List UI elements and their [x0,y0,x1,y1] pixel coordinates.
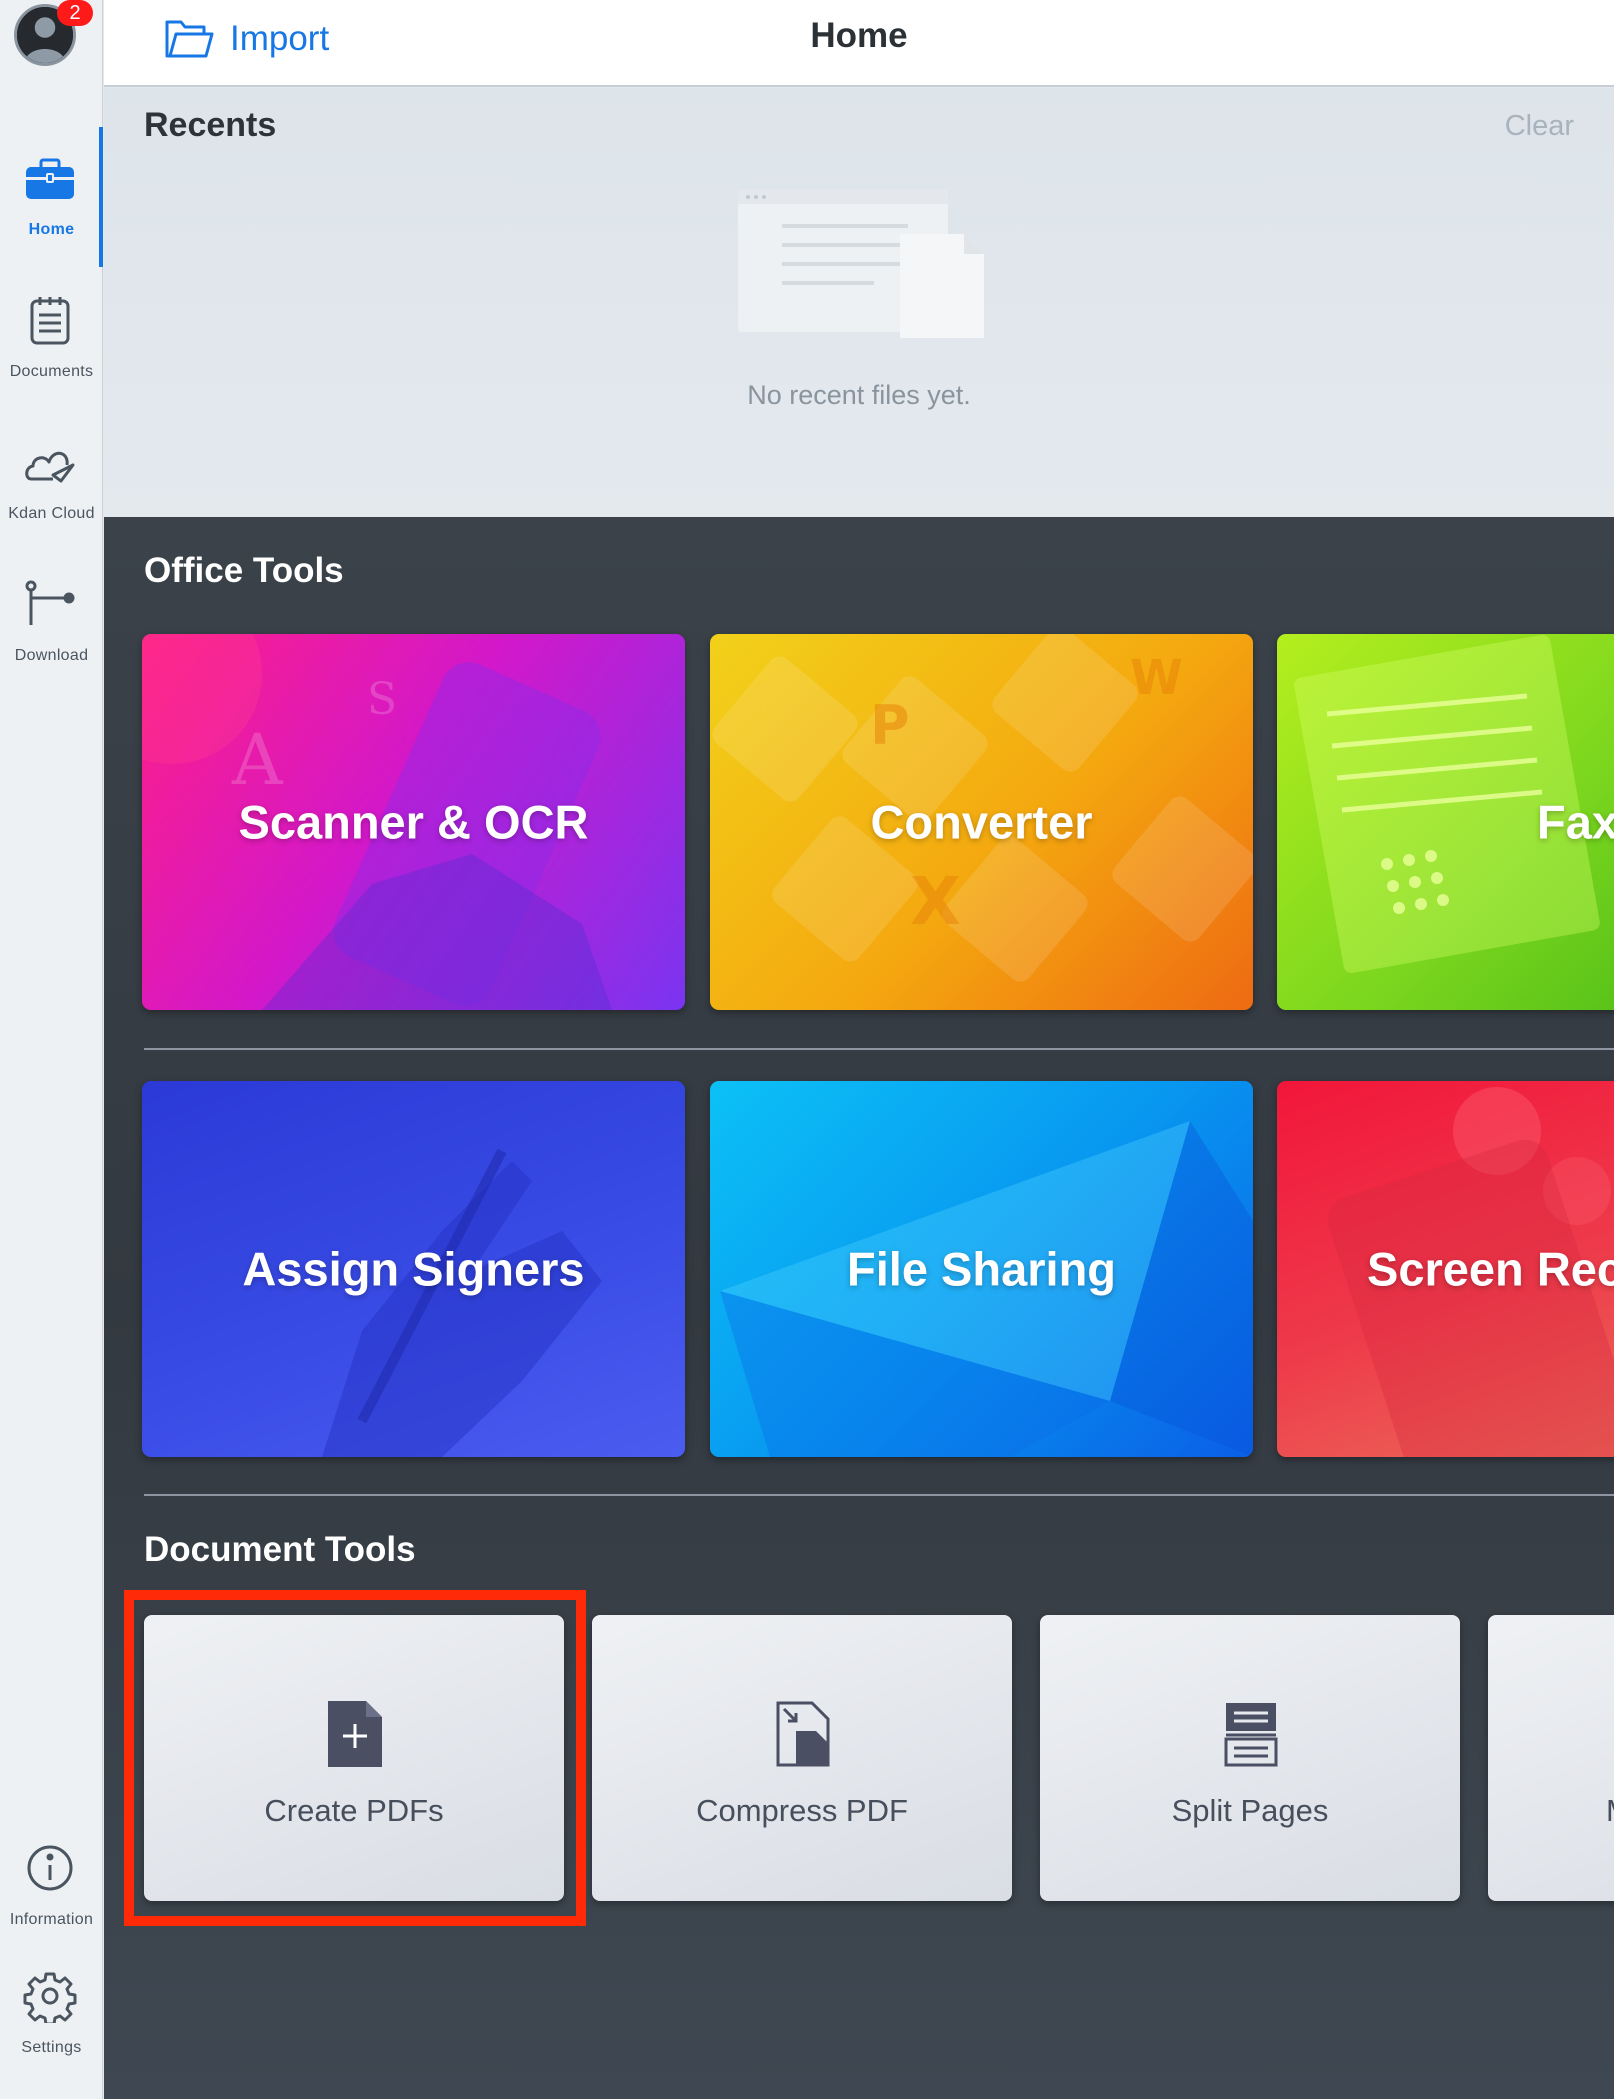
card-label: Screen Rec [1367,1242,1614,1296]
sidebar-item-settings[interactable]: Settings [0,1945,103,2085]
document-tool-button-partial[interactable]: M [1488,1615,1614,1901]
cloud-icon [23,435,77,489]
card-label: Assign Signers [242,1242,585,1296]
card-label: Scanner & OCR [238,795,589,849]
clear-button[interactable]: Clear [1505,110,1574,143]
compress-pdf-icon [776,1701,830,1767]
create-pdf-icon [328,1701,382,1767]
card-label: File Sharing [847,1242,1116,1296]
empty-files-illustration-icon [738,190,984,338]
divider [144,1048,1614,1050]
sidebar-item-documents[interactable]: Documents [0,269,103,409]
compress-pdf-button[interactable]: Compress PDF [592,1615,1012,1901]
doc-card-label: Compress PDF [696,1793,908,1828]
converter-card[interactable]: P W X Converter [710,634,1253,1010]
sidebar: 2 Home Documents Kdan Cloud Download Inf… [0,0,103,2099]
recents-section: Recents Clear No recent files yet. [104,88,1614,517]
notepad-icon [23,293,77,347]
notification-badge: 2 [57,0,93,26]
document-tools-title: Document Tools [144,1530,416,1569]
download-node-icon [23,577,77,631]
svg-text:X: X [910,863,961,940]
info-icon [23,1841,77,1895]
card-label: Fax [1537,795,1614,849]
svg-text:P: P [870,694,910,757]
sidebar-item-label: Information [9,1911,94,1928]
office-tools-title: Office Tools [144,551,344,590]
svg-text:W: W [1130,650,1183,706]
sidebar-item-label: Download [14,647,89,664]
sidebar-item-download[interactable]: Download [0,553,103,693]
sidebar-item-information[interactable]: Information [0,1817,103,1957]
create-pdfs-button[interactable]: Create PDFs [144,1615,564,1901]
scanner-ocr-card[interactable]: A S Scanner & OCR [142,634,685,1010]
empty-state-text: No recent files yet. [747,380,971,410]
sidebar-item-label: Kdan Cloud [8,505,95,522]
sidebar-item-label: Home [28,221,75,238]
gear-icon [23,1969,77,2023]
divider [144,1494,1614,1496]
sidebar-item-label: Settings [21,2039,82,2056]
tools-area: Office Tools A S Scanner & OCR P W X Con… [104,517,1614,2099]
top-bar: Import Home [104,0,1614,87]
page-title: Home [810,16,908,55]
split-pages-button[interactable]: Split Pages [1040,1615,1460,1901]
svg-text:A: A [231,719,284,801]
toolbox-icon [23,151,77,205]
sidebar-item-kdan-cloud[interactable]: Kdan Cloud [0,411,103,551]
split-pages-icon [1224,1703,1278,1767]
doc-card-label: Create PDFs [264,1793,444,1828]
card-label: Converter [870,795,1093,849]
doc-card-label: Split Pages [1171,1793,1329,1828]
screen-rec-card[interactable]: Screen Rec [1277,1081,1614,1457]
fax-card[interactable]: Fax [1277,634,1614,1010]
file-sharing-card[interactable]: File Sharing [710,1081,1253,1457]
doc-card-label: M [1606,1793,1614,1829]
assign-signers-card[interactable]: Assign Signers [142,1081,685,1457]
sidebar-item-home[interactable]: Home [0,127,103,267]
svg-text:S: S [367,674,397,725]
sidebar-item-label: Documents [9,363,94,380]
recents-title: Recents [144,106,277,144]
